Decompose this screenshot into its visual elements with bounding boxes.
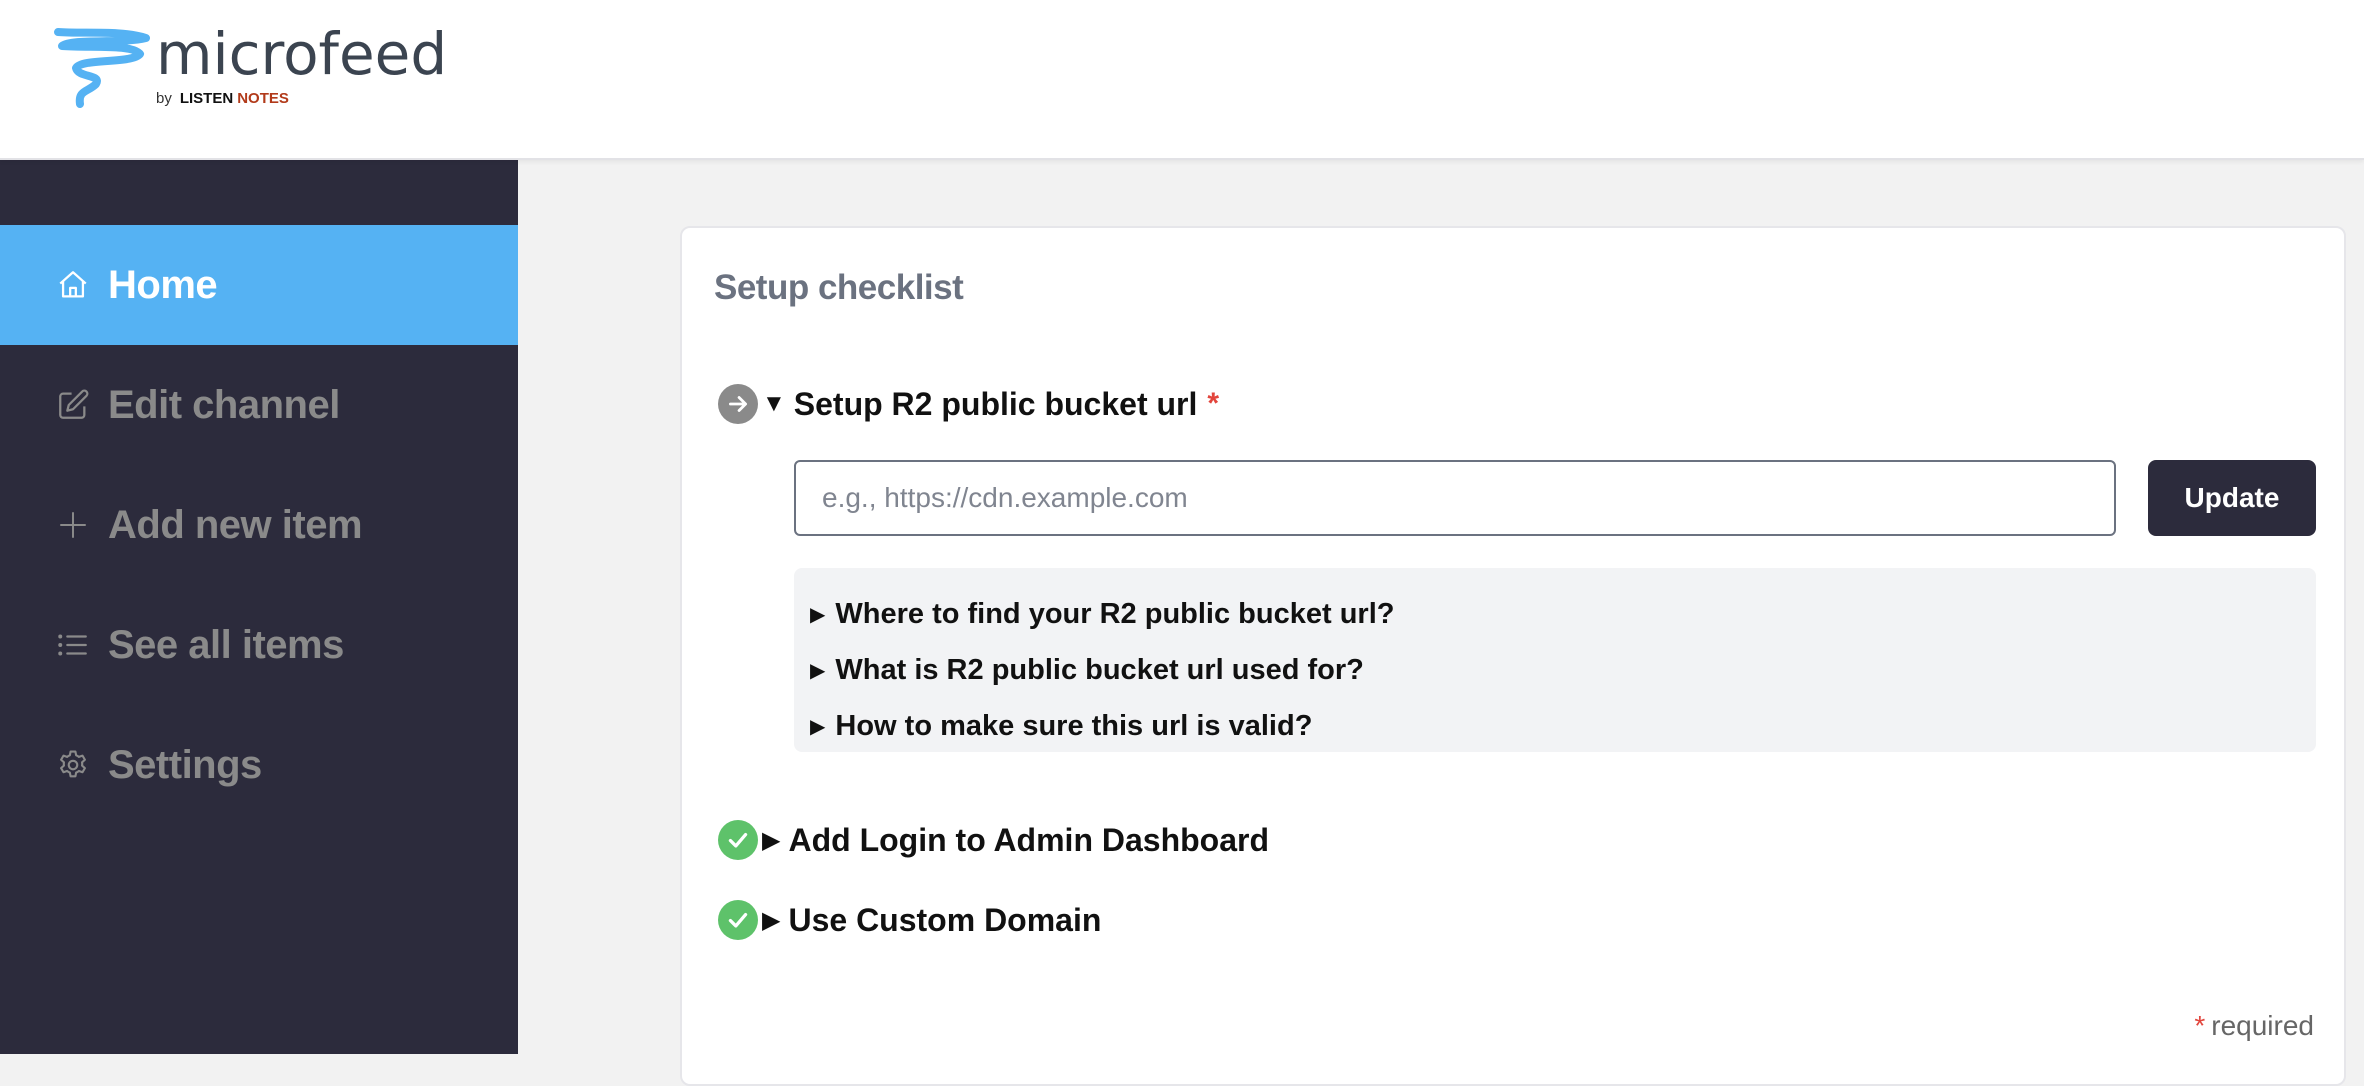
triangle-right-icon: ▶ — [810, 659, 826, 682]
microfeed-logo-icon — [54, 28, 150, 108]
sidebar-item-see-all-items[interactable]: See all items — [0, 585, 518, 705]
required-text: required — [2211, 1010, 2314, 1041]
brand-name: microfeed — [156, 20, 448, 88]
plus-icon — [56, 508, 90, 542]
step-summary-admin-login[interactable]: ▶ Add Login to Admin Dashboard — [762, 820, 1269, 860]
step-label: Add Login to Admin Dashboard — [788, 821, 1270, 858]
sidebar-item-edit-channel[interactable]: Edit channel — [0, 345, 518, 465]
sidebar-item-label: Add new item — [108, 502, 363, 547]
step-summary-custom-domain[interactable]: ▶ Use Custom Domain — [762, 900, 1101, 940]
sidebar-item-label: Settings — [108, 742, 262, 787]
gear-icon — [56, 748, 90, 782]
list-icon — [56, 628, 90, 662]
step-summary-r2-url[interactable]: ▼ Setup R2 public bucket url * — [762, 384, 1219, 424]
faq-label: How to make sure this url is valid? — [835, 709, 1313, 742]
step-label: Setup R2 public bucket url — [793, 385, 1198, 422]
brand-by: by — [156, 90, 172, 107]
faq-item-validate-url[interactable]: ▶ How to make sure this url is valid? — [810, 698, 2316, 754]
triangle-right-icon: ▶ — [810, 715, 826, 738]
sidebar-item-home[interactable]: Home — [0, 225, 518, 345]
r2-bucket-url-input[interactable] — [794, 460, 2116, 536]
step-label: Use Custom Domain — [788, 901, 1102, 938]
home-icon — [56, 268, 90, 302]
brand-company-part1: LISTEN — [179, 90, 234, 107]
faq-item-used-for[interactable]: ▶ What is R2 public bucket url used for? — [810, 642, 2316, 698]
required-asterisk: * — [2194, 1010, 2206, 1041]
checklist-step-custom-domain — [718, 900, 758, 940]
sidebar-item-label: Home — [108, 262, 218, 307]
triangle-right-icon: ▶ — [762, 906, 781, 934]
faq-label: Where to find your R2 public bucket url? — [835, 597, 1395, 630]
faq-label: What is R2 public bucket url used for? — [835, 653, 1364, 686]
checklist-step-r2-url — [718, 384, 758, 424]
sidebar-item-settings[interactable]: Settings — [0, 705, 518, 825]
required-legend: * required — [2194, 1010, 2314, 1042]
checklist-step-admin-login — [718, 820, 758, 860]
setup-checklist-card: Setup checklist ▼ Setup R2 public bucket… — [680, 226, 2346, 1086]
triangle-right-icon: ▶ — [762, 826, 781, 854]
brand-company-part2: NOTES — [237, 90, 289, 107]
arrow-right-circle-icon — [718, 384, 758, 424]
update-button[interactable]: Update — [2148, 460, 2316, 536]
brand-logo[interactable]: microfeed by LISTEN NOTES — [52, 24, 447, 114]
faq-list: ▶ Where to find your R2 public bucket ur… — [794, 568, 2316, 752]
required-asterisk: * — [1207, 387, 1220, 420]
sidebar-nav: Home Edit channel Add new item See all i… — [0, 160, 518, 1054]
sidebar-item-label: Edit channel — [108, 382, 340, 427]
sidebar-item-add-new-item[interactable]: Add new item — [0, 465, 518, 585]
triangle-right-icon: ▶ — [810, 603, 826, 626]
top-header: microfeed by LISTEN NOTES — [0, 0, 2364, 160]
check-circle-icon — [718, 820, 758, 860]
brand-byline: by LISTEN NOTES — [156, 90, 447, 107]
faq-item-where-to-find[interactable]: ▶ Where to find your R2 public bucket ur… — [810, 586, 2316, 642]
sidebar-item-label: See all items — [108, 622, 344, 667]
check-circle-icon — [718, 900, 758, 940]
card-title: Setup checklist — [714, 268, 964, 307]
triangle-down-icon: ▼ — [762, 390, 786, 417]
edit-icon — [56, 388, 90, 422]
